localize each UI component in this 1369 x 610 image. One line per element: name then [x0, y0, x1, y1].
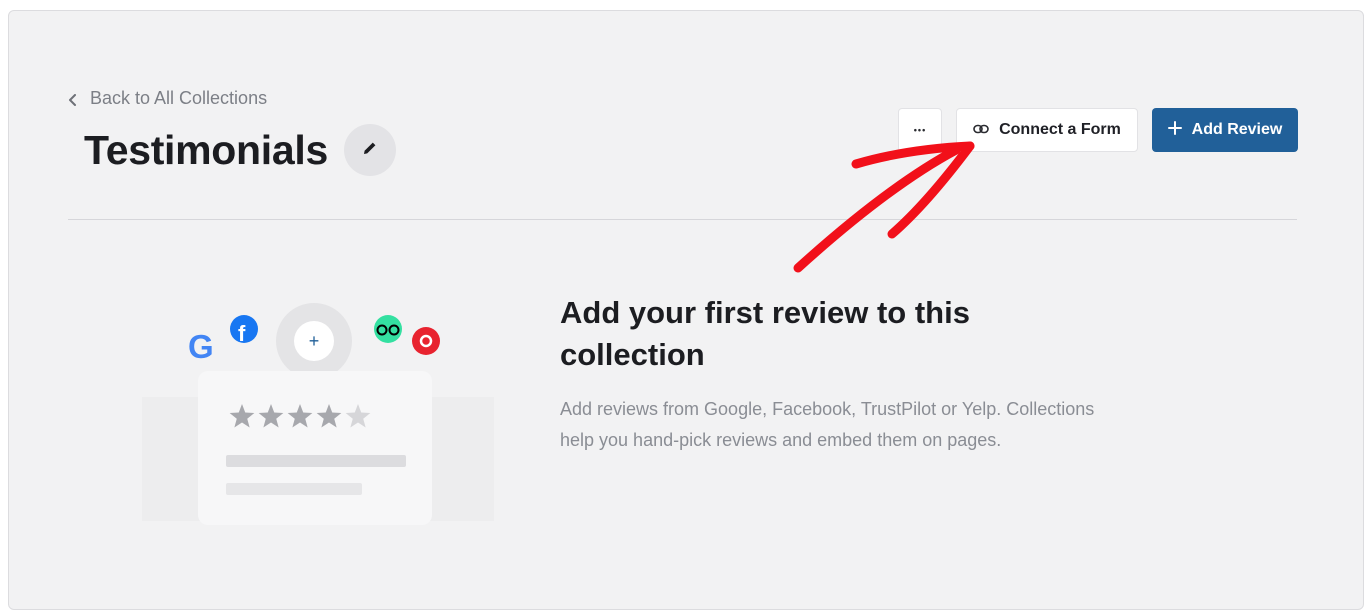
toolbar: ••• Connect a Form Add Review — [898, 108, 1298, 152]
tripadvisor-icon — [374, 315, 402, 343]
add-review-button[interactable]: Add Review — [1152, 108, 1298, 152]
more-options-button[interactable]: ••• — [898, 108, 942, 152]
chevron-left-icon — [68, 93, 78, 106]
facebook-icon: f — [230, 315, 258, 346]
svg-text:G: G — [188, 328, 214, 365]
yelp-icon — [412, 327, 440, 355]
add-symbol: + — [309, 331, 320, 351]
placeholder-line — [226, 483, 362, 495]
add-review-circle-button[interactable]: + — [294, 321, 334, 361]
empty-state-description: Add reviews from Google, Facebook, Trust… — [560, 399, 1095, 450]
more-label: ••• — [913, 125, 927, 135]
header-divider — [68, 219, 1297, 220]
edit-title-button[interactable] — [343, 124, 396, 176]
svg-text:f: f — [238, 321, 246, 346]
placeholder-line — [226, 455, 406, 467]
title-row: Testimonials — [84, 124, 396, 176]
plus-icon — [1167, 120, 1182, 140]
back-link-label: Back to All Collections — [90, 88, 268, 108]
page-title: Testimonials — [84, 126, 328, 173]
empty-state-title: Add your first review to this collection — [560, 295, 970, 372]
empty-state-illustration: G f + — [140, 295, 500, 525]
add-review-label: Add Review — [1191, 121, 1283, 138]
link-icon — [973, 121, 989, 139]
pencil-icon — [361, 139, 379, 162]
google-icon: G — [188, 328, 214, 365]
connect-form-button[interactable]: Connect a Form — [956, 108, 1138, 152]
back-to-collections-link[interactable]: Back to All Collections — [68, 88, 267, 109]
connect-form-label: Connect a Form — [999, 121, 1121, 138]
